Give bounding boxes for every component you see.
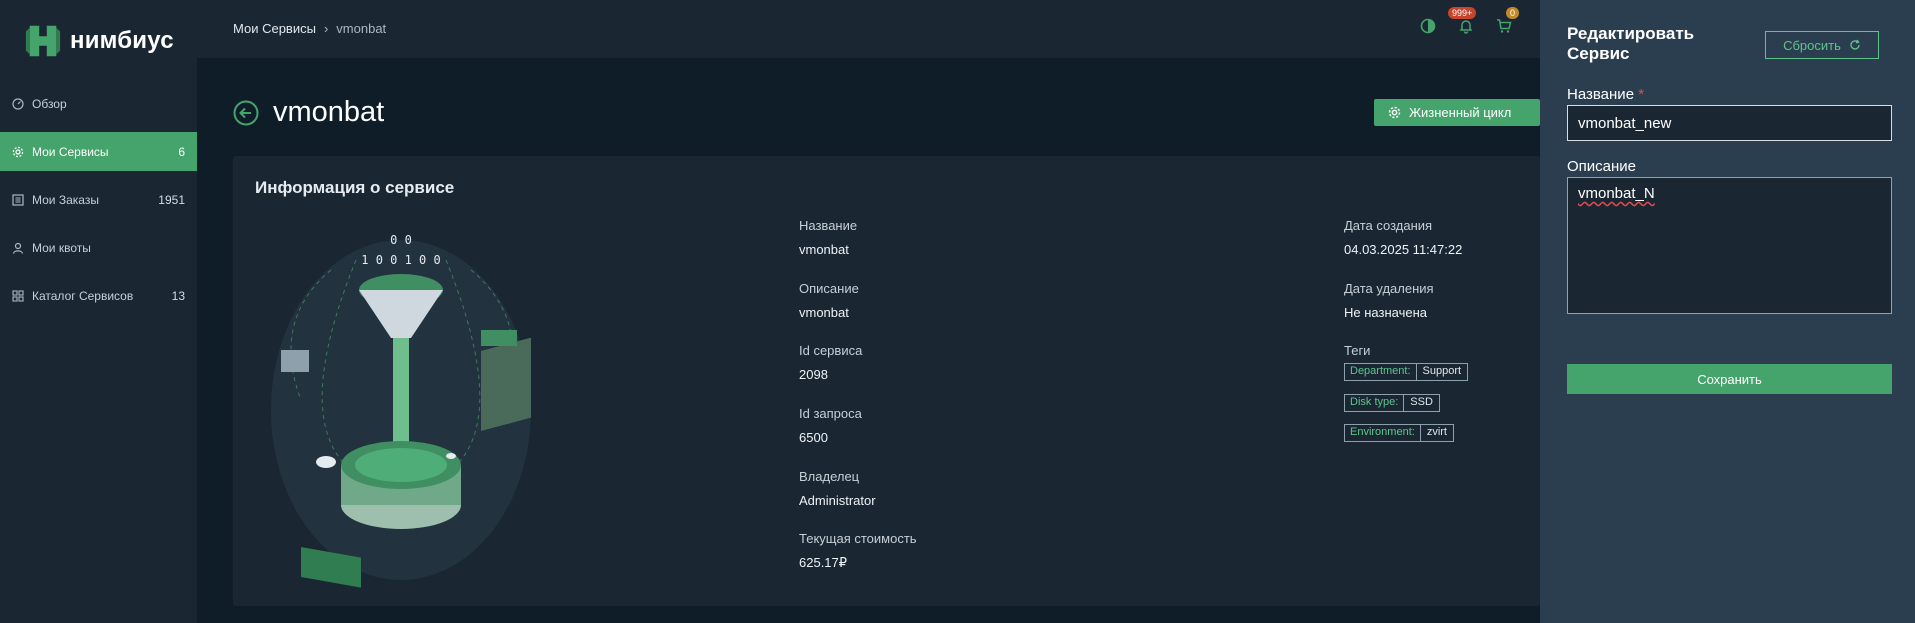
- sidebar-item-service-catalog[interactable]: Каталог Сервисов 13: [0, 276, 197, 315]
- refresh-icon: [1850, 39, 1860, 50]
- logo-text: нимбиус: [70, 27, 174, 54]
- name-field-label: Название *: [1567, 86, 1644, 103]
- list-icon: [12, 193, 24, 206]
- svg-text:1 0 0 1 0 0: 1 0 0 1 0 0: [361, 253, 440, 267]
- field-value: Не назначена: [1344, 305, 1427, 320]
- user-icon: [12, 242, 24, 254]
- back-arrow-icon[interactable]: [233, 100, 259, 126]
- notifications-badge: 999+: [1448, 7, 1477, 19]
- sidebar-item-my-orders[interactable]: Мои Заказы 1951: [0, 180, 197, 219]
- field-label: Id сервиса: [799, 343, 863, 358]
- save-button[interactable]: Сохранить: [1567, 364, 1892, 394]
- card-title: Информация о сервисе: [255, 178, 455, 197]
- edit-service-panel: Редактировать Сервис Сбросить Название *…: [1540, 0, 1915, 623]
- page-header: vmonbat: [233, 96, 384, 129]
- field-created-date: Дата создания 04.03.2025 11:47:22: [1344, 218, 1462, 257]
- gear-icon: [12, 146, 24, 157]
- field-label: Дата удаления: [1344, 281, 1434, 296]
- breadcrumb: Мои Сервисы › vmonbat: [233, 21, 386, 36]
- reset-button-label: Сбросить: [1783, 37, 1841, 53]
- sidebar-item-overview[interactable]: Обзор: [0, 84, 197, 123]
- grid-icon: [12, 289, 24, 302]
- tag-department: Department: Support: [1344, 363, 1469, 381]
- field-value: Administrator: [799, 493, 876, 508]
- tag-environment: Environment: zvirt: [1344, 424, 1454, 442]
- sidebar-item-label: Каталог Сервисов: [32, 288, 134, 303]
- sidebar-item-count: 1951: [158, 192, 185, 207]
- field-value: 04.03.2025 11:47:22: [1344, 242, 1463, 257]
- cart-badge: 0: [1506, 7, 1520, 19]
- sidebar-item-my-services[interactable]: Мои Сервисы 6: [0, 132, 197, 171]
- field-value: vmonbat: [799, 305, 849, 320]
- description-text: vmonbat_N: [1578, 185, 1655, 202]
- lifecycle-button-label: Жизненный цикл: [1409, 105, 1512, 120]
- theme-toggle-icon[interactable]: [1420, 18, 1436, 34]
- field-tags: Теги: [1344, 343, 1370, 358]
- tag-value: zvirt: [1420, 424, 1454, 442]
- tag-key: Environment:: [1344, 424, 1421, 442]
- service-info-card: Информация о сервисе 0 0 1 0 0 1 0 0 Наз…: [233, 156, 1540, 606]
- field-request-id: Id запроса 6500: [799, 406, 862, 445]
- breadcrumb-separator: ›: [323, 21, 329, 36]
- field-description: Описание vmonbat: [799, 281, 859, 320]
- field-label: Теги: [1344, 343, 1371, 358]
- sidebar-item-my-quotas[interactable]: Мои квоты: [0, 228, 197, 267]
- field-value: 625.17₽: [799, 555, 848, 570]
- data-funnel-illustration: 0 0 1 0 0 1 0 0: [271, 233, 531, 588]
- sidebar-item-count: 13: [171, 288, 185, 303]
- topbar-icons: 999+ 0: [1420, 7, 1540, 34]
- sidebar-nav: Обзор Мои Сервисы 6 Мои Заказы 1951 Мои …: [0, 84, 197, 324]
- tag-value: SSD: [1404, 394, 1440, 412]
- field-label: Дата создания: [1344, 218, 1433, 233]
- field-value: 6500: [799, 430, 828, 445]
- panel-title: Редактировать Сервис: [1567, 24, 1695, 63]
- tag-disk-type: Disk type: SSD: [1344, 394, 1440, 412]
- reset-button[interactable]: Сбросить: [1765, 31, 1879, 59]
- field-label: Владелец: [799, 469, 860, 484]
- breadcrumb-root-link[interactable]: Мои Сервисы: [233, 21, 316, 36]
- sidebar-item-label: Обзор: [32, 96, 67, 111]
- field-deletion-date: Дата удаления Не назначена: [1344, 281, 1434, 320]
- name-label-text: Название: [1567, 86, 1635, 103]
- sidebar-item-count: 6: [178, 144, 185, 159]
- sidebar-item-label: Мои Заказы: [32, 192, 99, 207]
- cart-button[interactable]: 0: [1496, 7, 1520, 34]
- field-value: vmonbat: [799, 242, 849, 257]
- page-title: vmonbat: [273, 96, 385, 128]
- dashboard-icon: [12, 97, 24, 110]
- field-name: Название vmonbat: [799, 218, 857, 257]
- field-owner: Владелец Administrator: [799, 469, 876, 508]
- logo[interactable]: нимбиус: [24, 22, 174, 60]
- required-mark: *: [1638, 86, 1645, 103]
- gear-icon: [1388, 106, 1401, 119]
- field-label: Название: [799, 218, 858, 233]
- tag-value: Support: [1416, 363, 1469, 381]
- bell-icon: [1459, 20, 1473, 34]
- description-textarea[interactable]: vmonbat_N: [1567, 177, 1892, 314]
- sidebar-item-label: Мои Сервисы: [32, 144, 109, 159]
- topbar: Мои Сервисы › vmonbat 999+ 0: [197, 0, 1540, 58]
- sidebar-item-label: Мои квоты: [32, 240, 91, 255]
- field-label: Id запроса: [799, 406, 862, 421]
- field-service-id: Id сервиса 2098: [799, 343, 862, 382]
- lifecycle-button[interactable]: Жизненный цикл: [1374, 99, 1540, 126]
- field-label: Текущая стоимость: [799, 531, 917, 546]
- field-label: Описание: [799, 281, 859, 296]
- field-value: 2098: [799, 367, 828, 382]
- field-current-cost: Текущая стоимость 625.17₽: [799, 531, 917, 571]
- name-input[interactable]: vmonbat_new: [1567, 105, 1892, 141]
- logo-icon: [25, 25, 61, 57]
- notifications-button[interactable]: 999+: [1448, 7, 1477, 34]
- breadcrumb-current: vmonbat: [336, 21, 387, 36]
- sidebar: нимбиус Обзор Мои Сервисы 6 Мои Заказы 1…: [0, 0, 197, 623]
- tag-key: Disk type:: [1344, 394, 1405, 412]
- description-field-label: Описание: [1567, 158, 1637, 175]
- tag-key: Department:: [1344, 363, 1417, 381]
- cart-icon: [1497, 19, 1512, 33]
- svg-text:0 0: 0 0: [390, 233, 412, 247]
